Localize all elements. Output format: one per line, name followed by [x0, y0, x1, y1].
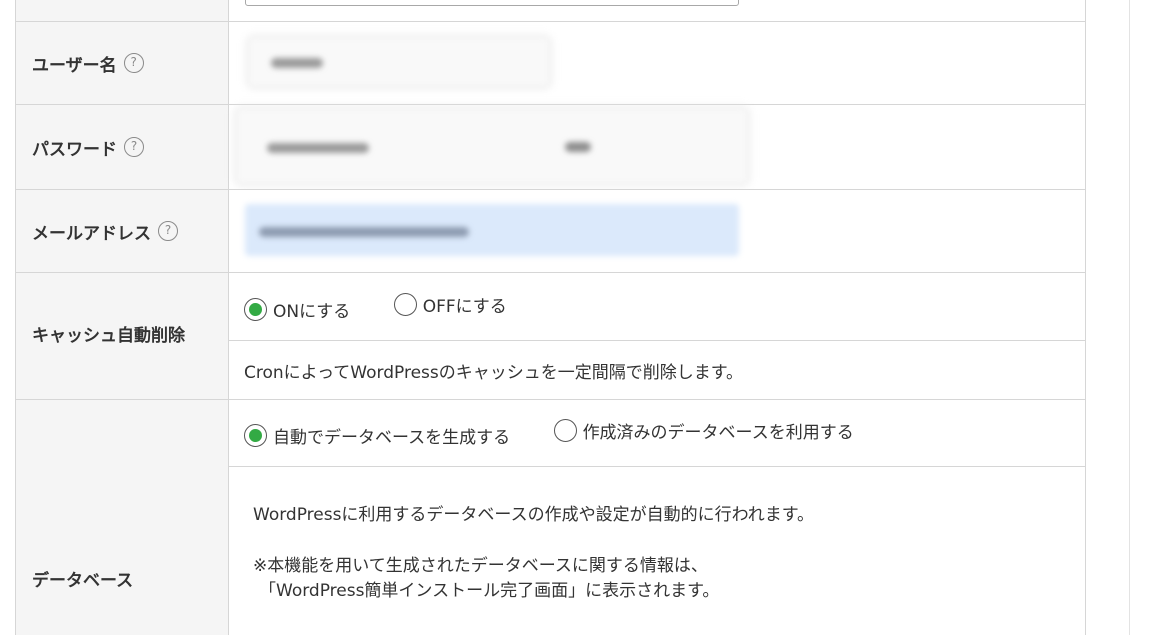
- password-label: パスワード: [32, 139, 117, 160]
- radio-checked-icon[interactable]: [244, 297, 267, 321]
- database-description-line-3: 「WordPress簡単インストール完了画面」に表示されます。: [259, 581, 720, 601]
- top-text-input[interactable]: [245, 0, 739, 6]
- email-redacted-text: [259, 227, 469, 237]
- form-row-top-partial: [15, 0, 1086, 22]
- question-circle-icon[interactable]: ?: [124, 137, 144, 157]
- database-auto-label: 自動でデータベースを生成する: [273, 428, 511, 448]
- row-header-email: メールアドレス?: [15, 189, 229, 273]
- row-value-email: [228, 189, 1086, 273]
- row-value-password: [228, 104, 1086, 190]
- form-row-username: ユーザー名?: [15, 21, 1086, 105]
- database-auto-radio[interactable]: 自動でデータベースを生成する: [244, 423, 510, 448]
- row-header-top: [15, 0, 229, 22]
- row-header-cache: キャッシュ自動削除: [15, 272, 229, 400]
- cache-on-radio[interactable]: ONにする: [244, 297, 350, 322]
- radio-checked-icon[interactable]: [244, 424, 267, 447]
- cache-description: CronによってWordPressのキャッシュを一定間隔で削除します。: [228, 340, 1086, 400]
- database-description-line-2: ※本機能を用いて生成されたデータベースに関する情報は、: [253, 556, 708, 576]
- username-redacted-text: [271, 58, 323, 68]
- database-existing-radio[interactable]: 作成済みのデータベースを利用する: [553, 418, 854, 443]
- row-header-username: ユーザー名?: [15, 21, 229, 105]
- password-visibility-toggle-icon[interactable]: [565, 142, 591, 152]
- row-header-password: パスワード?: [15, 104, 229, 190]
- radio-unchecked-icon[interactable]: [393, 292, 417, 316]
- database-label: データベース: [32, 570, 134, 591]
- cache-on-label: ONにする: [273, 301, 351, 322]
- right-divider: [1129, 0, 1130, 635]
- settings-form-frame: ユーザー名? パスワード? メールアドレス? キャッシュ自動削除 ONにする O…: [0, 0, 1158, 635]
- cache-label: キャッシュ自動削除: [32, 326, 185, 346]
- cache-radio-group: ONにする OFFにする: [228, 272, 1086, 341]
- form-row-email: メールアドレス?: [15, 189, 1086, 273]
- username-label: ユーザー名: [32, 55, 117, 76]
- row-header-database: データベース: [15, 399, 229, 635]
- database-description-line-1: WordPressに利用するデータベースの作成や設定が自動的に行われます。: [253, 505, 815, 525]
- database-radio-group: 自動でデータベースを生成する 作成済みのデータベースを利用する: [228, 399, 1086, 467]
- database-existing-label: 作成済みのデータベースを利用する: [582, 423, 854, 443]
- database-description: WordPressに利用するデータベースの作成や設定が自動的に行われます。 ※本…: [228, 466, 1086, 635]
- password-redacted-text: [267, 143, 369, 153]
- row-value-top: [228, 0, 1086, 22]
- cache-off-radio[interactable]: OFFにする: [393, 292, 507, 317]
- form-row-password: パスワード?: [15, 104, 1086, 190]
- cache-off-label: OFFにする: [422, 296, 507, 317]
- wordpress-install-form: ユーザー名? パスワード? メールアドレス? キャッシュ自動削除 ONにする O…: [15, 0, 1086, 635]
- form-row-database-options: データベース 自動でデータベースを生成する 作成済みのデータベースを利用する: [15, 399, 1086, 635]
- row-value-username: [228, 21, 1086, 105]
- question-circle-icon[interactable]: ?: [123, 53, 144, 73]
- radio-unchecked-icon[interactable]: [553, 419, 577, 442]
- email-label: メールアドレス: [32, 223, 151, 244]
- form-row-cache-options: キャッシュ自動削除 ONにする OFFにする: [15, 272, 1086, 400]
- question-circle-icon[interactable]: ?: [158, 221, 178, 241]
